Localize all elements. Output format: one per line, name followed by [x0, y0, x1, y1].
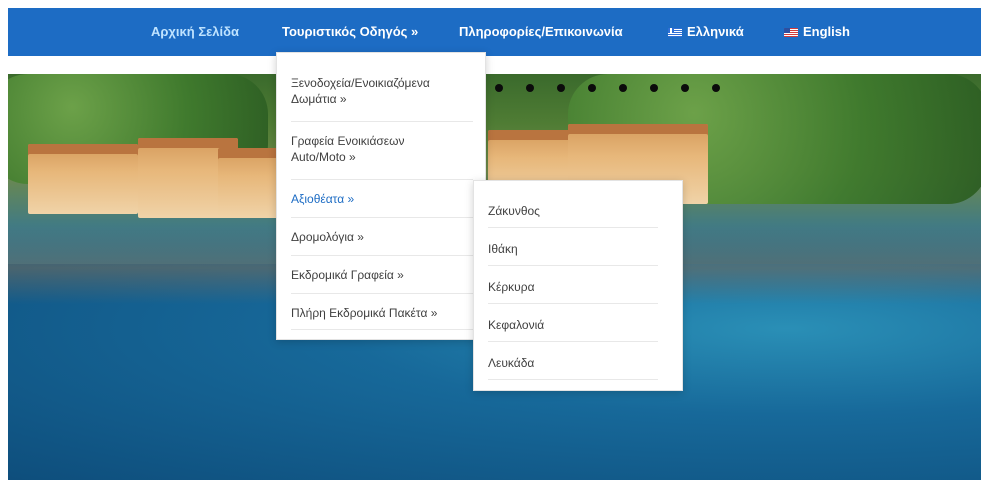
english-flag-icon [784, 28, 798, 37]
carousel-dot[interactable] [681, 84, 689, 92]
sights-submenu: Ζάκυνθος Ιθάκη Κέρκυρα Κεφαλονιά Λευκάδα [473, 180, 683, 391]
dropdown-item-label: Αξιοθέατα » [291, 192, 355, 206]
carousel-dot[interactable] [712, 84, 720, 92]
carousel-dot[interactable] [495, 84, 503, 92]
top-navigation-bar: Αρχική Σελίδα Τουριστικός Οδηγός » Πληρο… [8, 8, 981, 56]
greek-flag-icon [668, 28, 682, 37]
submenu-item-label: Λευκάδα [488, 356, 535, 370]
menu-divider [488, 341, 658, 342]
submenu-item-label: Ζάκυνθος [488, 204, 540, 218]
menu-divider [291, 329, 473, 330]
menu-divider [488, 379, 658, 380]
menu-divider [291, 293, 473, 294]
menu-divider [291, 179, 473, 180]
dropdown-item-sights[interactable]: Αξιοθέατα » [291, 191, 473, 207]
dropdown-item-excursion-offices[interactable]: Εκδρομικά Γραφεία » [291, 267, 473, 283]
dropdown-item-hotels-rooms[interactable]: Ξενοδοχεία/Ενοικιαζόμενα Δωμάτια » [291, 75, 473, 107]
carousel-dot[interactable] [588, 84, 596, 92]
nav-item-label: Πληροφορίες/Επικοινωνία [459, 24, 623, 39]
dropdown-item-label: Ξενοδοχεία/Ενοικιαζόμενα [291, 76, 430, 90]
tourist-guide-dropdown: Ξενοδοχεία/Ενοικιαζόμενα Δωμάτια » Γραφε… [276, 52, 486, 340]
submenu-item-zakynthos[interactable]: Ζάκυνθος [488, 203, 658, 219]
villa-building [28, 144, 138, 214]
dropdown-item-label: Γραφεία Ενοικιάσεων [291, 134, 405, 148]
nav-item-home[interactable]: Αρχική Σελίδα [151, 8, 239, 56]
submenu-item-kefalonia[interactable]: Κεφαλονιά [488, 317, 658, 333]
dropdown-item-label: Auto/Moto » [291, 150, 356, 164]
dropdown-item-routes[interactable]: Δρομολόγια » [291, 229, 473, 245]
dropdown-item-label: Πλήρη Εκδρομικά Πακέτα » [291, 306, 438, 320]
menu-divider [291, 217, 473, 218]
submenu-item-label: Ιθάκη [488, 242, 518, 256]
nav-item-label: Αρχική Σελίδα [151, 24, 240, 39]
dropdown-item-full-packages[interactable]: Πλήρη Εκδρομικά Πακέτα » [291, 305, 473, 321]
menu-divider [488, 303, 658, 304]
nav-item-label: Ελληνικά [687, 24, 744, 39]
submenu-item-label: Κέρκυρα [488, 280, 535, 294]
nav-item-tourist-guide[interactable]: Τουριστικός Οδηγός » [282, 8, 418, 56]
villa-building [218, 148, 278, 218]
menu-divider [291, 121, 473, 122]
menu-divider [291, 255, 473, 256]
carousel-dot[interactable] [526, 84, 534, 92]
dropdown-item-label: Εκδρομικά Γραφεία » [291, 268, 404, 282]
nav-item-label: Τουριστικός Οδηγός » [282, 24, 419, 39]
dropdown-item-label: Δρομολόγια » [291, 230, 364, 244]
carousel-dot[interactable] [619, 84, 627, 92]
nav-item-info-contact[interactable]: Πληροφορίες/Επικοινωνία [459, 8, 623, 56]
submenu-item-lefkada[interactable]: Λευκάδα [488, 355, 658, 371]
nav-item-label: English [803, 24, 850, 39]
nav-item-language-greek[interactable]: Ελληνικά [668, 8, 744, 56]
dropdown-item-label: Δωμάτια » [291, 92, 347, 106]
submenu-item-label: Κεφαλονιά [488, 318, 545, 332]
menu-divider [488, 265, 658, 266]
nav-item-language-english[interactable]: English [784, 8, 850, 56]
carousel-dot[interactable] [557, 84, 565, 92]
menu-divider [488, 227, 658, 228]
dropdown-item-rental-offices[interactable]: Γραφεία Ενοικιάσεων Auto/Moto » [291, 133, 473, 165]
submenu-item-corfu[interactable]: Κέρκυρα [488, 279, 658, 295]
carousel-dot[interactable] [650, 84, 658, 92]
submenu-item-ithaca[interactable]: Ιθάκη [488, 241, 658, 257]
